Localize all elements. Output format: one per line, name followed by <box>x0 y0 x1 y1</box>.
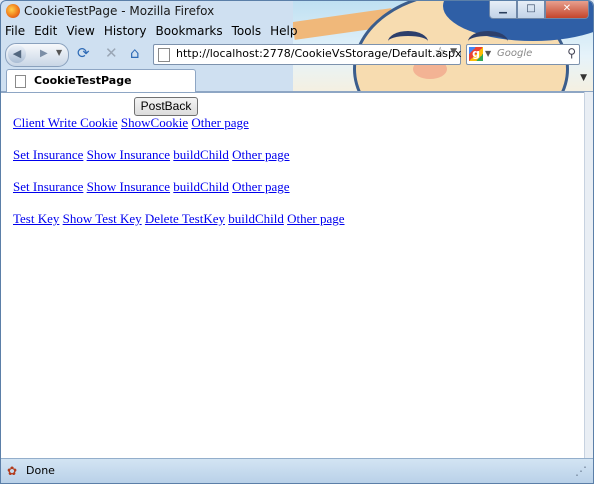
delete-test-key-link[interactable]: Delete TestKey <box>145 211 225 226</box>
text-input[interactable] <box>13 97 135 113</box>
back-forward-group: ◀ ▶ ▼ <box>5 43 69 67</box>
stop-icon[interactable]: ✕ <box>105 45 118 62</box>
menu-bar: File Edit View History Bookmarks Tools H… <box>5 24 307 42</box>
tab-cookietestpage[interactable]: CookieTestPage <box>6 69 196 92</box>
client-write-cookie-link[interactable]: Client Write Cookie <box>13 115 118 130</box>
test-key-link[interactable]: Test Key <box>13 211 59 226</box>
show-cookie-link[interactable]: ShowCookie <box>121 115 188 130</box>
build-child-link[interactable]: buildChild <box>173 147 229 162</box>
link-row-2: Set Insurance Show Insurance buildChild … <box>13 147 290 163</box>
firefox-icon <box>6 4 20 18</box>
bookmark-star-icon[interactable]: ☆ <box>434 45 446 60</box>
menu-tools[interactable]: Tools <box>232 24 262 42</box>
other-page-link[interactable]: Other page <box>191 115 248 130</box>
address-bar[interactable]: http://localhost:2778/CookieVsStorage/De… <box>153 44 461 65</box>
menu-file[interactable]: File <box>5 24 25 42</box>
menu-history[interactable]: History <box>104 24 147 42</box>
menu-help[interactable]: Help <box>270 24 297 42</box>
navigation-toolbar: ◀ ▶ ▼ ⟳ ✕ ⌂ http://localhost:2778/Cookie… <box>1 42 593 67</box>
title-bar: CookieTestPage - Mozilla Firefox ▁ □ ✕ <box>1 1 593 21</box>
status-text: Done <box>26 464 55 477</box>
menu-edit[interactable]: Edit <box>34 24 57 42</box>
link-row-3: Set Insurance Show Insurance buildChild … <box>13 179 290 195</box>
show-insurance-link[interactable]: Show Insurance <box>87 179 170 194</box>
content-edge <box>584 92 593 458</box>
search-placeholder: Google <box>497 48 533 59</box>
url-dropdown-icon[interactable]: ▼ <box>450 47 457 57</box>
home-icon[interactable]: ⌂ <box>130 45 140 62</box>
tab-list-icon[interactable]: ▼ <box>580 73 587 83</box>
window-title: CookieTestPage - Mozilla Firefox <box>24 4 215 18</box>
set-insurance-link[interactable]: Set Insurance <box>13 179 83 194</box>
other-page-link[interactable]: Other page <box>287 211 344 226</box>
other-page-link[interactable]: Other page <box>232 179 289 194</box>
maximize-button[interactable]: □ <box>517 1 545 19</box>
google-icon[interactable]: g <box>469 47 483 61</box>
set-insurance-link[interactable]: Set Insurance <box>13 147 83 162</box>
search-icon[interactable]: ⚲ <box>567 46 576 60</box>
engine-dropdown-icon[interactable]: ▼ <box>485 49 491 58</box>
url-text: http://localhost:2778/CookieVsStorage/De… <box>176 47 462 60</box>
close-button[interactable]: ✕ <box>545 1 589 19</box>
browser-window: CookieTestPage - Mozilla Firefox ▁ □ ✕ F… <box>0 0 594 484</box>
history-dropdown-icon[interactable]: ▼ <box>56 48 62 57</box>
search-box[interactable]: g ▼ Google ⚲ <box>466 44 580 65</box>
build-child-link[interactable]: buildChild <box>173 179 229 194</box>
build-child-link[interactable]: buildChild <box>228 211 284 226</box>
minimize-button[interactable]: ▁ <box>489 1 517 19</box>
tab-bar: CookieTestPage ▼ <box>1 67 593 92</box>
reload-icon[interactable]: ⟳ <box>77 45 90 62</box>
link-row-1: Client Write Cookie ShowCookie Other pag… <box>13 115 249 131</box>
page-icon <box>158 48 170 62</box>
other-page-link[interactable]: Other page <box>232 147 289 162</box>
link-row-4: Test Key Show Test Key Delete TestKey bu… <box>13 211 345 227</box>
tab-label: CookieTestPage <box>34 74 132 87</box>
forward-icon[interactable]: ▶ <box>40 48 48 59</box>
menu-view[interactable]: View <box>66 24 94 42</box>
back-icon[interactable]: ◀ <box>8 45 26 63</box>
show-test-key-link[interactable]: Show Test Key <box>63 211 142 226</box>
page-icon <box>15 75 26 88</box>
resize-grip-icon[interactable]: ⋰ <box>575 464 587 478</box>
addon-icon[interactable]: ✿ <box>7 464 21 478</box>
page-content: PostBack Client Write Cookie ShowCookie … <box>1 92 585 459</box>
menu-bookmarks[interactable]: Bookmarks <box>156 24 223 42</box>
postback-button[interactable]: PostBack <box>134 97 198 116</box>
status-bar: ✿ Done ⋰ <box>1 458 593 483</box>
show-insurance-link[interactable]: Show Insurance <box>87 147 170 162</box>
